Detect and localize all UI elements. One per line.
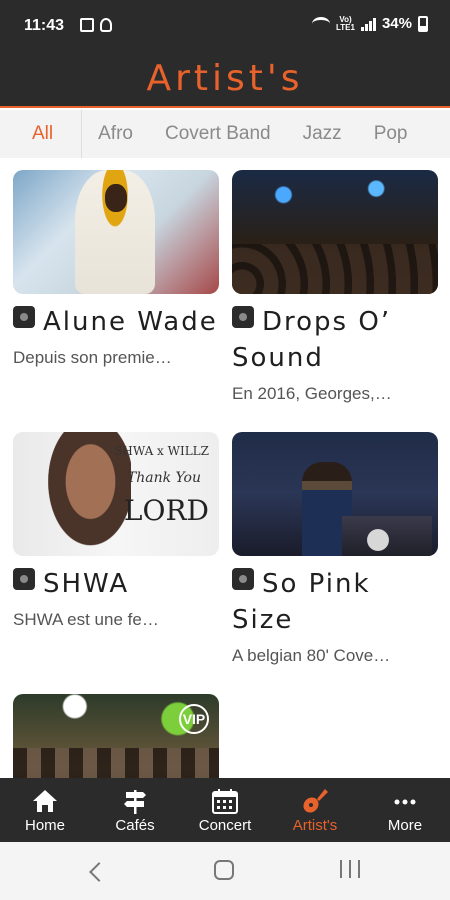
home-button-icon[interactable] [214, 860, 234, 880]
tab-all[interactable]: All [0, 110, 83, 158]
artist-badge-icon [232, 306, 254, 328]
artist-badge-icon [13, 568, 35, 590]
calendar-icon [211, 788, 239, 814]
status-indicators: Vo) LTE1 34% [312, 15, 428, 32]
system-navigation-bar [0, 842, 450, 900]
signal-icon [360, 17, 376, 31]
nav-home[interactable]: Home [0, 778, 90, 842]
recent-apps-icon[interactable] [340, 860, 360, 878]
guitar-icon [301, 788, 329, 814]
image-notification-icon [80, 18, 94, 32]
app-header: Artist's [0, 52, 450, 108]
artist-card-so-pink-size[interactable]: So Pink Size A belgian 80' Cove… [232, 432, 438, 666]
artist-photo [232, 432, 438, 556]
tab-pop[interactable]: Pop [358, 110, 424, 158]
battery-percent: 34% [381, 15, 412, 32]
artist-name: Drops O’ Sound [232, 306, 392, 373]
signpost-icon [121, 788, 149, 814]
tab-afro[interactable]: Afro [82, 110, 149, 158]
home-icon [31, 788, 59, 814]
nav-cafes-label: Cafés [115, 817, 155, 834]
artist-photo: VIP [13, 694, 219, 778]
artist-card-band[interactable]: VIP [13, 694, 219, 778]
wifi-icon [312, 16, 330, 31]
artist-description: A belgian 80' Cove… [232, 646, 391, 665]
status-bar: 11:43 Vo) LTE1 34% [0, 0, 450, 52]
touch-notification-icon [100, 18, 112, 32]
artist-description: En 2016, Georges,… [232, 384, 392, 403]
nav-more-label: More [387, 817, 423, 834]
category-tabs: All Afro Covert Band Jazz Pop [0, 110, 450, 158]
artist-badge-icon [232, 568, 254, 590]
back-icon[interactable] [89, 862, 109, 882]
tab-jazz[interactable]: Jazz [287, 110, 358, 158]
battery-icon [418, 15, 428, 32]
volte-indicator: Vo) LTE1 [336, 14, 355, 32]
artist-description: Depuis son premie… [13, 348, 172, 367]
nav-more[interactable]: More [360, 778, 450, 842]
bottom-navigation: Home Cafés Concert Artist's More [0, 778, 450, 842]
artist-name: SHWA [13, 566, 219, 602]
notification-icons [80, 18, 112, 32]
artist-photo: SHWA x WILLZ Thank You LORD [13, 432, 219, 556]
tab-covert-band[interactable]: Covert Band [149, 110, 287, 158]
nav-cafes[interactable]: Cafés [90, 778, 180, 842]
artist-photo [13, 170, 219, 294]
artist-description: SHWA est une fe… [13, 610, 159, 629]
artist-grid: Alune Wade Depuis son premie… Drops O’ S… [0, 170, 450, 778]
more-dots-icon [391, 788, 419, 814]
artist-name: So Pink Size [232, 568, 371, 635]
artist-name: Alune Wade [13, 304, 219, 340]
nav-artists[interactable]: Artist's [270, 778, 360, 842]
page-title: Artist's [146, 58, 304, 99]
artist-badge-icon [13, 306, 35, 328]
nav-concert-label: Concert [198, 817, 252, 834]
nav-home-label: Home [24, 817, 65, 834]
artist-photo [232, 170, 438, 294]
nav-artists-label: Artist's [292, 817, 338, 834]
status-time: 11:43 [24, 17, 65, 34]
artist-card-alune-wade[interactable]: Alune Wade Depuis son premie… [13, 170, 219, 368]
artist-card-drops-o-sound[interactable]: Drops O’ Sound En 2016, Georges,… [232, 170, 438, 404]
artist-card-shwa[interactable]: SHWA x WILLZ Thank You LORD SHWA SHWA es… [13, 432, 219, 630]
nav-concert[interactable]: Concert [180, 778, 270, 842]
